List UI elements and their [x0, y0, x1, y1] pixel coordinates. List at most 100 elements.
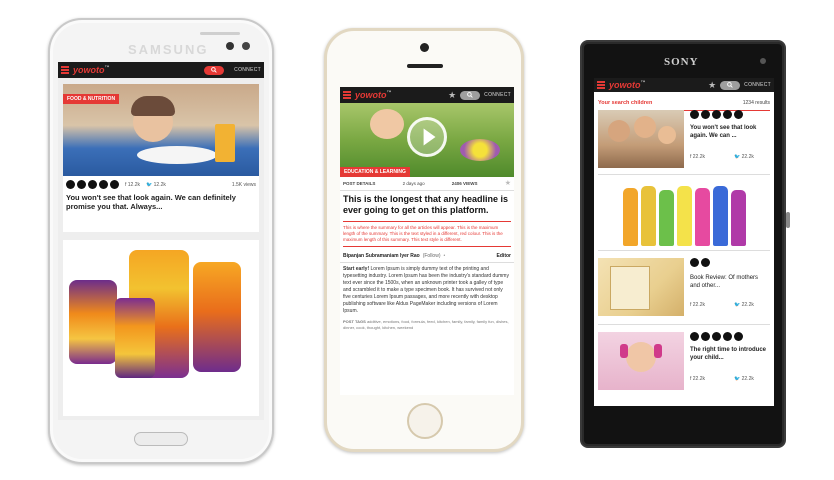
iphone-screen: yowoto™ ★ CONNECT EDUCATION & LEARNING P…: [340, 87, 514, 395]
menu-icon[interactable]: [343, 91, 351, 99]
tags-list[interactable]: additive, emotions, food, formula, feed,…: [343, 319, 509, 330]
bottle: [676, 186, 692, 246]
email-icon: [110, 180, 119, 189]
search-icon: [467, 92, 473, 98]
twitter-count: 🐦 22.2k: [734, 154, 754, 160]
app-header: yowoto™ CONNECT: [58, 62, 264, 78]
search-button[interactable]: [460, 90, 481, 100]
divider: [598, 250, 770, 251]
connect-link[interactable]: CONNECT: [234, 67, 261, 73]
follow-link[interactable]: (Follow): [423, 253, 441, 259]
power-button[interactable]: [786, 212, 790, 228]
earpiece: [407, 64, 443, 68]
share-count: f 22.2k: [690, 302, 706, 308]
article-card[interactable]: FOOD & NUTRITION f 12.2k 🐦 12.2k 1.5K vi…: [63, 84, 259, 232]
juice-glass: [215, 124, 235, 162]
sony-screen: yowoto™ ★ CONNECT Your search children 1…: [594, 78, 774, 406]
post-views: 2406 VIEWS: [451, 181, 478, 186]
post-headline: This is the longest that any headline is…: [343, 194, 509, 215]
bottle: [640, 186, 656, 246]
play-icon[interactable]: [407, 117, 447, 157]
star-icon[interactable]: ★: [448, 90, 456, 100]
pinterest-icon: [690, 110, 699, 119]
body-lead: Start early!: [343, 266, 370, 272]
facebook-icon: [712, 110, 721, 119]
phone-brand: SAMSUNG: [128, 42, 209, 57]
post-summary: This is where the summary for all the ar…: [343, 221, 511, 247]
author-role: Editor: [496, 253, 511, 259]
home-button[interactable]: [407, 403, 443, 439]
result-card[interactable]: Book Review: Of mothers and other... f 2…: [598, 256, 770, 320]
bottle: [730, 190, 746, 246]
bottle: [694, 188, 710, 246]
iphone: yowoto™ ★ CONNECT EDUCATION & LEARNING P…: [324, 28, 524, 452]
search-button[interactable]: [720, 80, 741, 90]
app-logo[interactable]: yowoto™: [609, 80, 704, 90]
search-icon: [211, 67, 217, 73]
social-icons[interactable]: [690, 110, 743, 119]
social-icons[interactable]: [690, 332, 743, 341]
search-icon: [727, 82, 733, 88]
earpiece: [200, 32, 240, 35]
twitter-count: 🐦 22.2k: [734, 302, 754, 308]
google-icon: [99, 180, 108, 189]
tags-label: POST TAGS: [343, 319, 366, 324]
samsung-phone: SAMSUNG yowoto™ CONNECT FOOD & NUTRITION…: [48, 18, 274, 464]
share-count: f 22.2k: [690, 154, 706, 160]
menu-icon[interactable]: [597, 81, 605, 89]
samsung-screen: yowoto™ CONNECT FOOD & NUTRITION f 12.2k…: [58, 62, 264, 420]
bottle: [712, 186, 728, 246]
child-hair: [131, 96, 175, 116]
email-icon: [734, 110, 743, 119]
product-banner[interactable]: [598, 180, 770, 246]
video-hero[interactable]: EDUCATION & LEARNING: [340, 103, 514, 177]
menu-icon[interactable]: [61, 66, 69, 74]
home-button[interactable]: [134, 432, 188, 446]
result-card[interactable]: The right time to introduce your child..…: [598, 330, 770, 394]
author-name[interactable]: Bipanjan Subramaniam Iyer Rao: [343, 253, 420, 259]
twitter-count: 🐦 12.2k: [146, 181, 166, 188]
category-badge[interactable]: FOOD & NUTRITION: [63, 94, 120, 104]
app-logo[interactable]: yowoto™: [355, 90, 444, 100]
share-count: f 22.2k: [690, 376, 706, 382]
category-badge[interactable]: EDUCATION & LEARNING: [340, 167, 410, 177]
connect-link[interactable]: CONNECT: [744, 82, 771, 88]
bottle: [622, 188, 638, 246]
pinterest-icon: [690, 332, 699, 341]
view-count: 1.5K views: [231, 181, 256, 188]
body-text: Lorem Ipsum is simply dummy text of the …: [343, 266, 509, 314]
sony-phone: SONY yowoto™ ★ CONNECT Your search child…: [580, 40, 790, 448]
social-icons[interactable]: [66, 180, 119, 189]
post-body: Start early! Lorem Ipsum is simply dummy…: [340, 263, 514, 318]
connect-link[interactable]: CONNECT: [484, 92, 511, 98]
front-camera-2: [242, 42, 250, 50]
card-title: You won't see that look again. We can ..…: [690, 125, 757, 139]
twitter-count: 🐦 22.2k: [734, 376, 754, 382]
result-card[interactable]: You won't see that look again. We can ..…: [598, 108, 770, 172]
article-image: FOOD & NUTRITION: [63, 84, 259, 176]
baby-photo: [598, 332, 684, 390]
bookmark-star-icon[interactable]: ★: [505, 180, 511, 187]
search-title: Your search children: [598, 100, 653, 106]
app-header: yowoto™ ★ CONNECT: [594, 78, 774, 92]
bournvita-jar-right: [193, 262, 241, 372]
star-icon[interactable]: ★: [708, 80, 716, 90]
product-card[interactable]: [63, 240, 259, 416]
google-icon: [723, 332, 732, 341]
google-icon: [723, 110, 732, 119]
app-logo[interactable]: yowoto™: [73, 65, 200, 75]
article-headline[interactable]: You won't see that look again. We can de…: [63, 193, 259, 211]
bournvita-jar-front: [115, 298, 155, 378]
facebook-icon: [88, 180, 97, 189]
twitter-icon: [701, 332, 710, 341]
family-photo: [598, 110, 684, 168]
card-title: The right time to introduce your child..…: [690, 347, 766, 361]
post-tags: POST TAGS additive, emotions, food, form…: [340, 318, 514, 331]
pinterest-icon: [66, 180, 75, 189]
front-camera: [420, 43, 429, 52]
result-count: 1234 results: [742, 100, 770, 106]
share-row: f 12.2k 🐦 12.2k 1.5K views: [63, 176, 259, 193]
social-icons[interactable]: [690, 258, 710, 267]
child-figure: [370, 109, 404, 139]
search-button[interactable]: [204, 65, 225, 75]
